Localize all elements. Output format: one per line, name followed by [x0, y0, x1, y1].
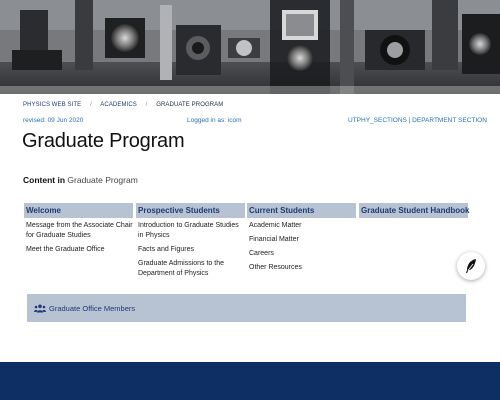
content-in-heading: Content in Graduate Program: [23, 175, 138, 185]
page-title: Graduate Program: [22, 130, 185, 152]
link-other-resources[interactable]: Other Resources: [247, 263, 356, 273]
breadcrumb-item-academics[interactable]: ACADEMICS: [100, 102, 137, 108]
link-careers[interactable]: Careers: [247, 249, 356, 259]
column-heading-graduate-student-handbook[interactable]: Graduate Student Handbook: [359, 203, 469, 218]
header-banner-image: [0, 0, 500, 94]
graduate-office-members-panel[interactable]: Graduate Office Members: [27, 294, 466, 322]
link-introduction-graduate-studies[interactable]: Introduction to Graduate Studies in Phys…: [136, 221, 245, 241]
column-graduate-student-handbook: Graduate Student Handbook: [359, 203, 469, 218]
breadcrumb-item-physics-web-site[interactable]: PHYSICS WEB SITE: [23, 102, 81, 108]
content-in-value: Graduate Program: [67, 175, 138, 185]
column-heading-prospective-students[interactable]: Prospective Students: [136, 203, 245, 218]
breadcrumb-item-graduate-program: GRADUATE PROGRAM: [156, 102, 224, 108]
content-in-label: Content in: [23, 175, 66, 185]
graduate-office-members-label[interactable]: Graduate Office Members: [49, 304, 135, 313]
column-prospective-students: Prospective Students Introduction to Gra…: [136, 203, 245, 283]
link-academic-matter[interactable]: Academic Matter: [247, 221, 356, 231]
column-welcome: Welcome Message from the Associate Chair…: [24, 203, 133, 259]
optics-lab-photo: [0, 0, 500, 94]
link-meet-graduate-office[interactable]: Meet the Graduate Office: [24, 245, 133, 255]
users-icon: [34, 304, 46, 312]
column-current-students: Current Students Academic Matter Financi…: [247, 203, 356, 277]
footer: [0, 362, 500, 400]
column-heading-welcome[interactable]: Welcome: [24, 203, 133, 218]
revised-date: revised: 09 Jun 2020: [23, 117, 84, 124]
logged-in-link[interactable]: Logged in as: icom: [187, 117, 242, 124]
link-facts-and-figures[interactable]: Facts and Figures: [136, 245, 245, 255]
section-links[interactable]: UTPHY_SECTIONS | DEPARTMENT SECTION: [348, 117, 487, 124]
link-message-from-associate-chair[interactable]: Message from the Associate Chair for Gra…: [24, 221, 133, 241]
breadcrumb-separator: /: [145, 102, 148, 108]
column-items: Message from the Associate Chair for Gra…: [24, 218, 133, 255]
column-items: Introduction to Graduate Studies in Phys…: [136, 218, 245, 279]
feather-button[interactable]: [457, 252, 485, 280]
link-financial-matter[interactable]: Financial Matter: [247, 235, 356, 245]
link-graduate-admissions[interactable]: Graduate Admissions to the Department of…: [136, 259, 245, 279]
feather-icon: [466, 259, 476, 273]
column-items: Academic Matter Financial Matter Careers…: [247, 218, 356, 273]
page: PHYSICS WEB SITE / ACADEMICS / GRADUATE …: [0, 0, 500, 400]
breadcrumb: PHYSICS WEB SITE / ACADEMICS / GRADUATE …: [23, 102, 223, 108]
breadcrumb-separator: /: [90, 102, 92, 108]
column-heading-current-students[interactable]: Current Students: [247, 203, 356, 218]
